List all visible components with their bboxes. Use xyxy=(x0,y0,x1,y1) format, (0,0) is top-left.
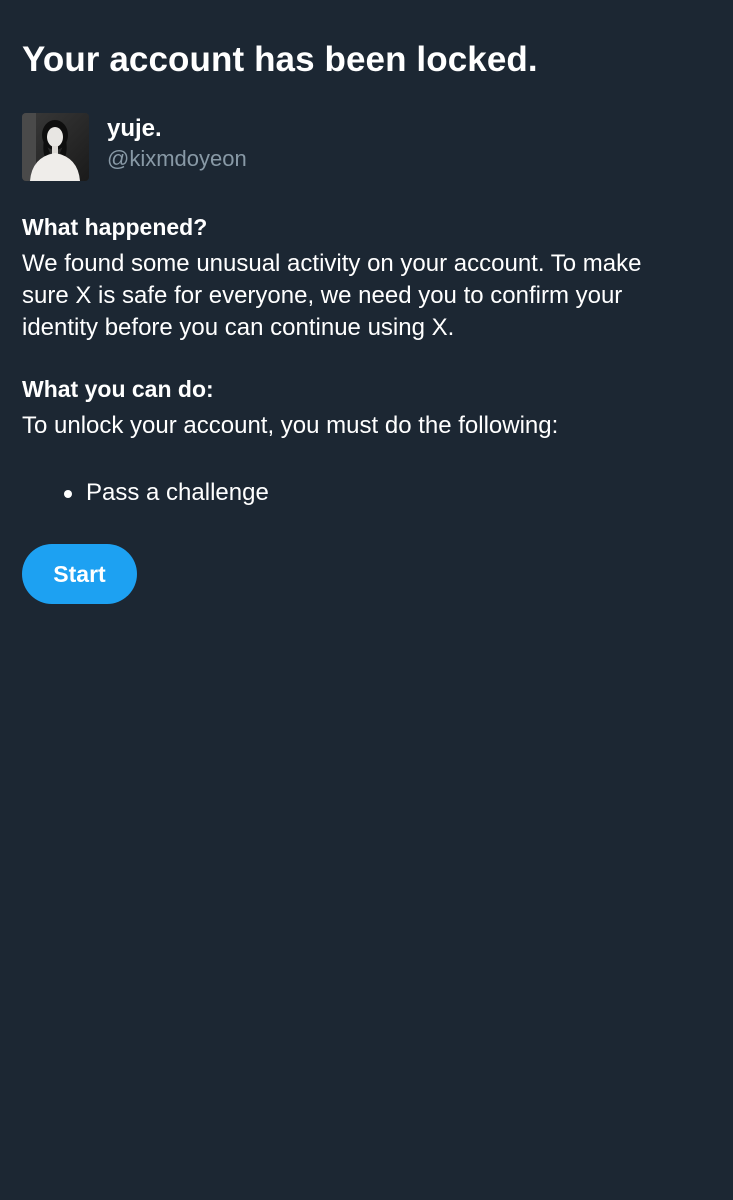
what-happened-line: We found some unusual activity on your a… xyxy=(22,250,642,277)
page-title: Your account has been locked. xyxy=(22,40,538,79)
unlock-steps-list: Pass a challenge xyxy=(64,476,269,510)
unlock-instructions-text: To unlock your account, you must do the … xyxy=(22,412,559,439)
what-happened-line: sure X is safe for everyone, we need you… xyxy=(22,282,623,309)
what-happened-line: identity before you can continue using X… xyxy=(22,314,455,341)
unlock-instructions: To unlock your account, you must do the … xyxy=(22,410,702,442)
list-item: Pass a challenge xyxy=(64,476,269,510)
bullet-icon xyxy=(64,490,72,498)
user-handle: @kixmdoyeon xyxy=(107,146,247,171)
display-name: yuje. xyxy=(107,115,162,142)
step-label: Pass a challenge xyxy=(86,479,269,506)
what-you-can-do-heading: What you can do: xyxy=(22,376,214,402)
account-card: yuje. @kixmdoyeon xyxy=(22,113,422,181)
start-button[interactable]: Start xyxy=(22,544,137,604)
what-happened-heading: What happened? xyxy=(22,214,208,240)
avatar xyxy=(22,113,89,181)
what-happened-text: We found some unusual activity on your a… xyxy=(22,248,702,344)
avatar-image xyxy=(22,113,89,181)
